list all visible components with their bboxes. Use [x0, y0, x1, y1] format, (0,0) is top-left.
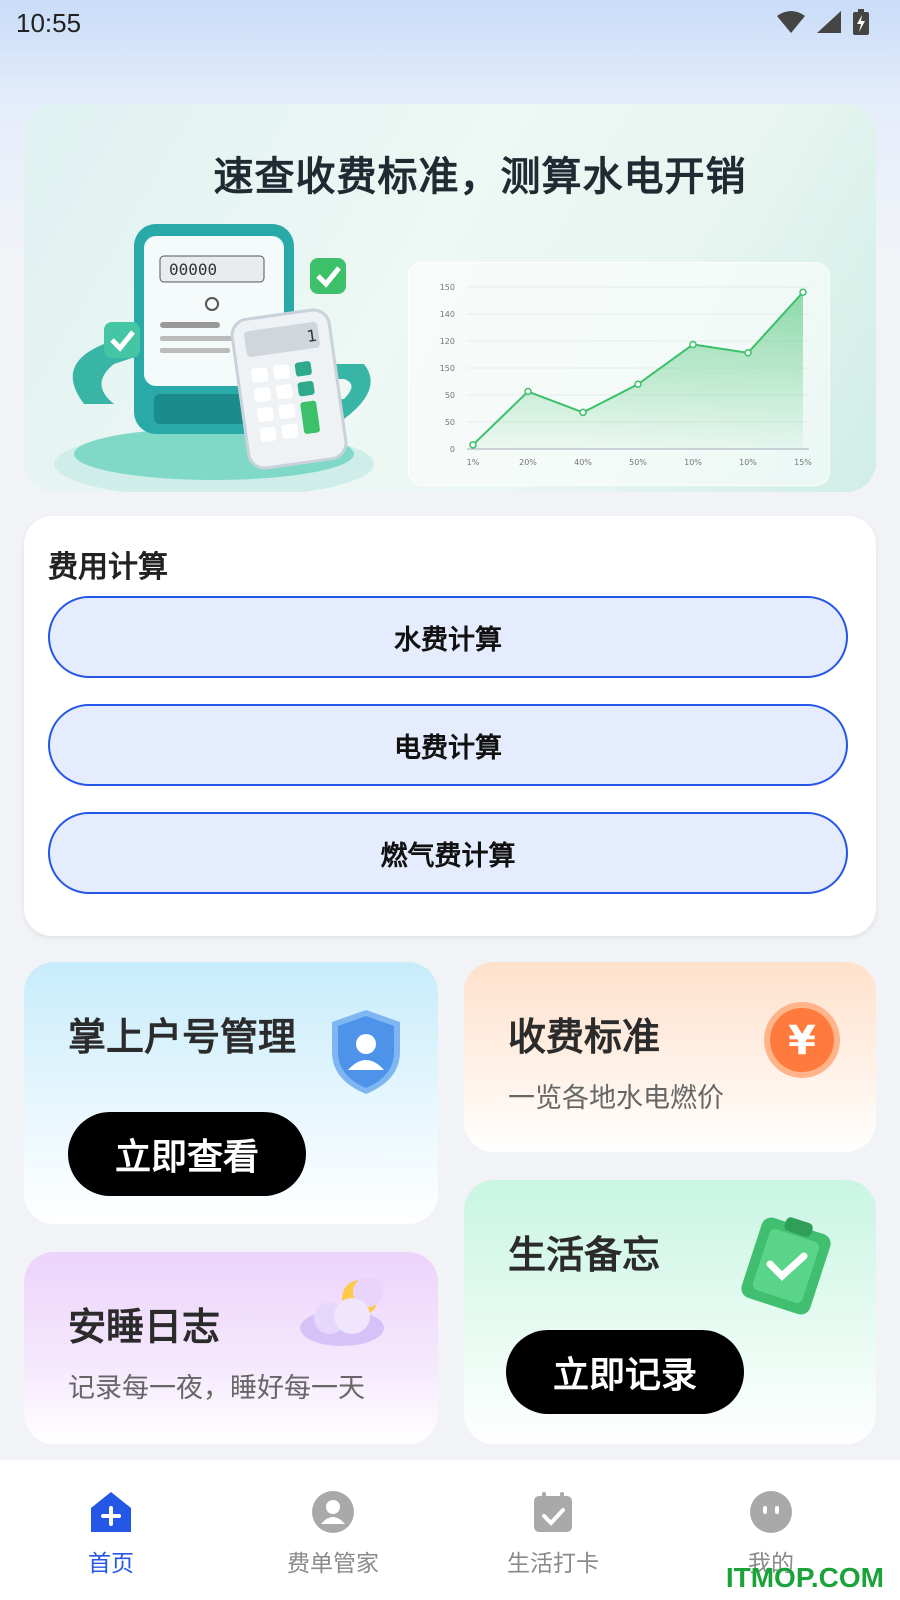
chart-x-tick-label: 40%: [574, 458, 592, 467]
meter-calculator-illustration: 00000 1: [54, 224, 374, 492]
status-time: 10:55: [16, 8, 82, 38]
chart-point: [689, 340, 697, 349]
fee-standards-subtitle: 一览各地水电燃价: [508, 1083, 724, 1114]
home-plus-icon: [91, 1492, 131, 1532]
person-icon: [312, 1491, 354, 1533]
tab-home-label: 首页: [88, 1551, 134, 1577]
life-memo-title: 生活备忘: [508, 1233, 661, 1277]
moon-cloud-icon: [300, 1277, 384, 1346]
sleep-log-tile[interactable]: 安睡日志 记录每一夜，睡好每一天: [24, 1252, 438, 1444]
chart-x-tick-label: 15%: [794, 458, 812, 467]
sleep-log-subtitle: 记录每一夜，睡好每一天: [68, 1373, 365, 1404]
account-management-tile[interactable]: 掌上户号管理 立即查看: [24, 962, 438, 1224]
chart-x-tick-label: 1%: [467, 458, 480, 467]
water-fee-button[interactable]: 水费计算: [48, 596, 848, 678]
fee-calculation-title: 费用计算: [48, 550, 168, 585]
face-icon: [750, 1491, 792, 1533]
tab-bill-manager[interactable]: 费单管家: [258, 1490, 408, 1578]
chart-y-tick-label: 50: [445, 391, 455, 400]
clipboard-check-icon: [741, 1217, 831, 1315]
electric-fee-button[interactable]: 电费计算: [48, 704, 848, 786]
chart-y-tick-label: 150: [440, 283, 455, 292]
gas-fee-button[interactable]: 燃气费计算: [48, 812, 848, 894]
banner-line-chart: 0 50 50 150 120 140 150 1% 20% 40% 50% 10% 10% 15%: [440, 283, 813, 467]
wifi-icon: [777, 11, 805, 33]
view-now-button[interactable]: 立即查看: [68, 1112, 306, 1196]
chart-y-tick-label: 120: [440, 337, 455, 346]
chart-area: [473, 292, 803, 449]
chart-y-tick-label: 0: [450, 445, 455, 454]
life-memo-tile[interactable]: 生活备忘 立即记录: [464, 1180, 876, 1444]
banner-title: 速查收费标准，测算水电开销: [213, 154, 747, 200]
yuan-glyph: ¥: [788, 1018, 816, 1064]
chart-y-tick-label: 150: [440, 364, 455, 373]
shield-user-icon: [332, 1010, 400, 1094]
yuan-coin-icon: ¥: [764, 1002, 840, 1078]
chart-y-tick-label: 50: [445, 418, 455, 427]
fee-calculation-card: 费用计算 水费计算 电费计算 燃气费计算: [24, 516, 876, 936]
chart-x-tick-label: 10%: [739, 458, 757, 467]
chart-point: [469, 441, 477, 449]
tab-bill-manager-label: 费单管家: [287, 1551, 379, 1577]
banner-chart-card: 0 50 50 150 120 140 150 1% 20% 40% 50% 10% 10% 15%: [408, 262, 830, 486]
chart-x-tick-label: 50%: [629, 458, 647, 467]
tab-life-checkin-label: 生活打卡: [507, 1551, 599, 1577]
fee-standards-title: 收费标准: [508, 1015, 661, 1059]
signal-icon: [817, 11, 841, 33]
calendar-check-icon: [534, 1492, 572, 1532]
sleep-log-title: 安睡日志: [68, 1305, 221, 1349]
chart-x-tick-label: 10%: [684, 458, 702, 467]
chart-point: [634, 380, 642, 388]
watermark: ITMOP.COM: [725, 1562, 884, 1593]
chart-point: [799, 288, 807, 296]
chart-point: [744, 349, 752, 357]
fee-standards-tile[interactable]: 收费标准 一览各地水电燃价 ¥: [464, 962, 876, 1152]
chart-point: [524, 387, 532, 396]
record-now-button[interactable]: 立即记录: [506, 1330, 744, 1414]
status-icons: [776, 8, 870, 36]
account-management-title: 掌上户号管理: [68, 1015, 297, 1059]
chart-x-tick-label: 20%: [519, 458, 537, 467]
hero-banner[interactable]: 速查收费标准，测算水电开销 00000 1 0 50 50 150 120 140 150: [24, 104, 876, 492]
chart-point: [579, 408, 587, 417]
tab-home[interactable]: 首页: [36, 1490, 186, 1578]
chart-y-tick-label: 140: [440, 310, 455, 319]
tab-life-checkin[interactable]: 生活打卡: [478, 1490, 628, 1578]
battery-icon: [853, 9, 869, 35]
svg-text:00000: 00000: [169, 260, 217, 279]
status-bar: 10:55: [0, 0, 900, 52]
